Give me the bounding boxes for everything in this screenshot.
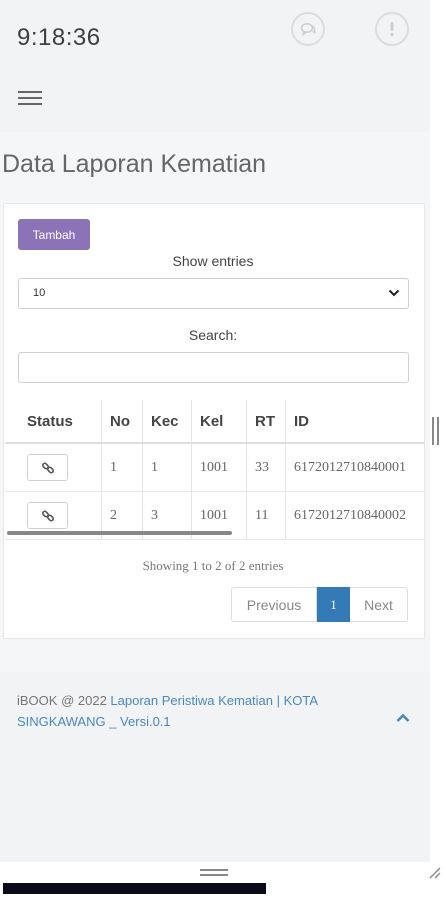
status-cell: [5, 443, 102, 492]
link-button[interactable]: [27, 502, 68, 529]
menu-icon[interactable]: [18, 91, 42, 107]
chat-icon: [300, 23, 316, 36]
cell-rt: 11: [246, 491, 286, 540]
next-button[interactable]: Next: [350, 587, 408, 622]
cell-rt: 33: [246, 443, 286, 492]
link-icon: [41, 509, 54, 522]
pagination: Previous 1 Next: [231, 587, 408, 622]
panel-resize-handle[interactable]: [432, 417, 440, 445]
search-label: Search:: [188, 327, 238, 343]
table-horizontal-scrollbar[interactable]: [7, 531, 232, 535]
cell-id: 6172012710840001: [285, 443, 425, 492]
bottom-bar: [3, 883, 266, 894]
table-info: Showing 1 to 2 of 2 entries: [142, 558, 284, 573]
add-button[interactable]: Tambah: [18, 219, 90, 250]
col-header-no[interactable]: No: [101, 400, 143, 444]
resize-grip-icon[interactable]: [428, 866, 442, 880]
col-header-status[interactable]: Status: [5, 400, 102, 444]
table-container[interactable]: Status No Kec Kel RT ID 1 1 1001 33 6172…: [5, 400, 425, 540]
drag-handle[interactable]: [200, 869, 228, 879]
top-bar: 9:18:36: [0, 0, 430, 132]
footer-copyright: iBOOK @ 2022: [17, 693, 107, 708]
data-table: Status No Kec Kel RT ID 1 1 1001 33 6172…: [5, 400, 425, 540]
bottom-area: [0, 862, 446, 900]
previous-button[interactable]: Previous: [231, 587, 317, 622]
link-button[interactable]: [27, 454, 68, 481]
cell-kel: 1001: [191, 443, 247, 492]
search-input[interactable]: [18, 352, 409, 383]
cell-id: 6172012710840002: [285, 491, 425, 540]
link-icon: [41, 461, 54, 474]
show-entries-label: Show entries: [172, 253, 254, 269]
cell-kec: 1: [142, 443, 192, 492]
col-header-kel[interactable]: Kel: [191, 400, 247, 444]
page-1-button[interactable]: 1: [317, 587, 350, 622]
col-header-kec[interactable]: Kec: [142, 400, 192, 444]
cell-no: 1: [101, 443, 143, 492]
chevron-up-icon[interactable]: [395, 712, 411, 724]
entries-select[interactable]: 10: [18, 278, 409, 309]
col-header-rt[interactable]: RT: [246, 400, 286, 444]
table-row: 1 1 1001 33 6172012710840001: [5, 443, 425, 492]
entries-value: 10: [33, 287, 46, 299]
table-header-row: Status No Kec Kel RT ID: [5, 400, 425, 444]
footer-text: iBOOK @ 2022 Laporan Peristiwa Kematian …: [17, 690, 377, 732]
info-button[interactable]: [375, 12, 409, 46]
chevron-down-icon: [388, 289, 400, 297]
col-header-id[interactable]: ID: [285, 400, 425, 444]
page-title: Data Laporan Kematian: [2, 150, 267, 178]
clock: 9:18:36: [17, 24, 101, 51]
chat-button[interactable]: [291, 12, 325, 46]
info-icon: [390, 22, 394, 37]
